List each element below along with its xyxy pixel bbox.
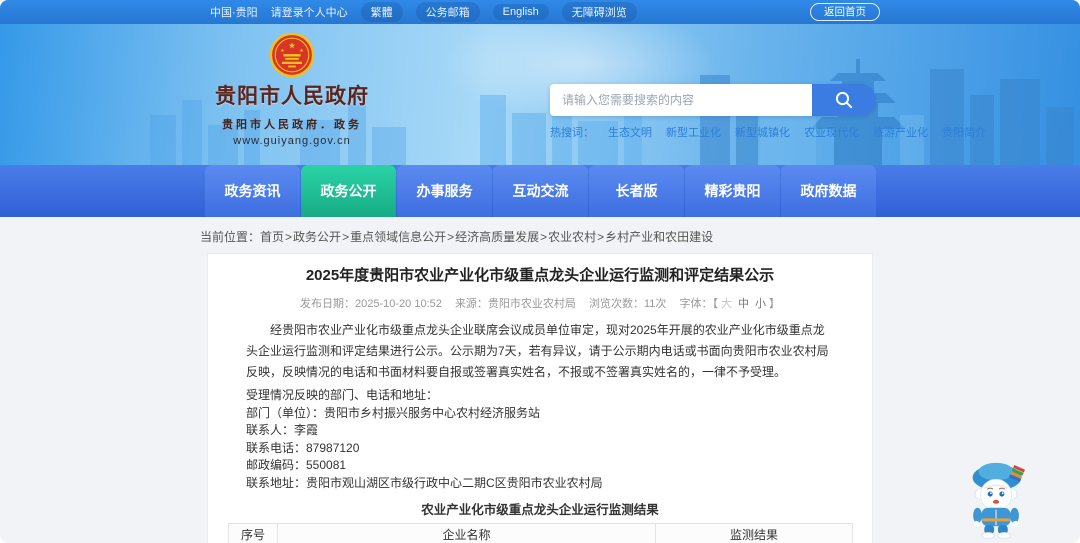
nav-tab-精彩贵阳[interactable]: 精彩贵阳 xyxy=(685,165,780,217)
site-banner: ★ ★ ★ 贵阳市人民政府 贵阳市人民政府．政务 www.guiyang.gov… xyxy=(0,24,1080,165)
search-icon xyxy=(835,91,853,109)
table-header-row: 序号 企业名称 监测结果 xyxy=(228,523,853,543)
contact-line: 受理情况反映的部门、电话和地址： xyxy=(246,388,439,402)
svg-text:★: ★ xyxy=(288,40,296,50)
hot-search-word[interactable]: 新型工业化 xyxy=(666,124,721,140)
search-input[interactable] xyxy=(550,84,812,116)
mascot-assistant[interactable] xyxy=(958,453,1036,539)
article-title: 2025年度贵阳市农业产业化市级重点龙头企业运行监测和评定结果公示 xyxy=(305,267,775,284)
hot-search-word[interactable]: 生态文明 xyxy=(608,124,652,140)
article-body: 经贵阳市农业产业化市级重点龙头企业联席会议成员单位审定，现对2025年开展的农业… xyxy=(228,320,852,492)
table-header-cell: 序号 xyxy=(228,523,278,543)
breadcrumb-separator: > xyxy=(447,230,455,244)
contact-info-lines: 受理情况反映的部门、电话和地址： 部门（单位）：贵阳市乡村振兴服务中心农村经济服务… xyxy=(246,387,834,492)
breadcrumb-segment[interactable]: 乡村产业和农田建设 xyxy=(605,230,713,244)
breadcrumb-segment[interactable]: 重点领域信息公开 xyxy=(350,230,446,244)
search-button[interactable] xyxy=(812,84,876,116)
hot-search-label: 热搜词： xyxy=(550,127,594,139)
topbar-link[interactable]: 中国·贵阳 xyxy=(210,4,258,20)
monitoring-result-table: 序号企业名称监测结果 1贵州合力超市采购有限公司合格2贵州友禾种业有限公司合格3… xyxy=(228,523,853,543)
content-area: 当前位置：首页>政务公开>重点领域信息公开>经济高质量发展>农业农村>乡村产业和… xyxy=(0,217,1080,543)
main-navigation: 政务资讯 政务公开 办事服务 互动交流 长者版 精彩贵阳 政府数据 xyxy=(0,165,1080,217)
svg-text:★: ★ xyxy=(280,48,284,54)
font-size-controls: 字体：【大中小】 xyxy=(679,298,780,310)
breadcrumb-separator: > xyxy=(342,230,350,244)
breadcrumb-separator: > xyxy=(285,230,293,244)
contact-line: 联系电话：87987120 xyxy=(246,440,360,455)
font-size-options: 大中小 xyxy=(718,298,769,310)
nav-tab-互动交流[interactable]: 互动交流 xyxy=(493,165,588,217)
topbar-link[interactable]: 请登录个人中心 xyxy=(271,4,348,20)
site-subtitle: 贵阳市人民政府．政务 xyxy=(222,119,362,131)
nav-tab-长者版[interactable]: 长者版 xyxy=(589,165,684,217)
view-count: 浏览次数：11次 xyxy=(589,298,667,310)
national-emblem-icon: ★ ★ ★ xyxy=(269,32,315,78)
breadcrumb-segment[interactable]: 政务公开 xyxy=(293,230,341,244)
hot-search-word[interactable]: 农业现代化 xyxy=(804,124,859,140)
font-size-label-end: 】 xyxy=(768,298,780,310)
breadcrumb: 当前位置：首页>政务公开>重点领域信息公开>经济高质量发展>农业农村>乡村产业和… xyxy=(200,228,1080,246)
publish-date: 发布日期：2025-10-20 10:52 xyxy=(300,298,442,310)
top-utility-bar: 中国·贵阳 请登录个人中心 繁體 公务邮箱 English 无障碍浏览 返回首页 xyxy=(0,0,1080,24)
nav-tab-政府数据[interactable]: 政府数据 xyxy=(781,165,876,217)
article-meta: 发布日期：2025-10-20 10:52 来源：贵阳市农业农村局 浏览次数：1… xyxy=(228,295,852,311)
breadcrumb-separator: > xyxy=(540,230,548,244)
topbar-link[interactable]: 繁體 xyxy=(360,2,403,22)
topbar-links: 中国·贵阳 请登录个人中心 繁體 公务邮箱 English 无障碍浏览 xyxy=(210,0,637,24)
contact-line: 部门（单位）：贵阳市乡村振兴服务中心农村经济服务站 xyxy=(246,405,541,420)
breadcrumb-segment[interactable]: 经济高质量发展 xyxy=(455,230,539,244)
back-to-home-button[interactable]: 返回首页 xyxy=(810,3,880,21)
hot-search-word[interactable]: 旅游产业化 xyxy=(873,124,928,140)
site-title: 贵阳市人民政府 xyxy=(215,85,369,108)
contact-line: 联系地址：贵阳市观山湖区市级行政中心二期C区贵阳市农业农村局 xyxy=(246,475,603,490)
font-size-option[interactable]: 小 xyxy=(755,298,766,310)
hot-search-word[interactable]: 新型城镇化 xyxy=(735,124,790,140)
hot-search-word[interactable]: 贵阳简介 xyxy=(942,124,986,140)
contact-line: 联系人：李霞 xyxy=(246,423,319,437)
city-skyline-illustration xyxy=(150,59,1074,165)
nav-tab-政务公开[interactable]: 政务公开 xyxy=(301,165,396,217)
contact-line: 邮政编码：550081 xyxy=(246,458,347,472)
site-logo-block[interactable]: ★ ★ ★ 贵阳市人民政府 贵阳市人民政府．政务 www.guiyang.gov… xyxy=(212,32,372,147)
search-block: 热搜词： 生态文明新型工业化新型城镇化农业现代化旅游产业化贵阳简介 xyxy=(550,84,986,140)
font-size-label: 字体：【 xyxy=(679,298,718,310)
breadcrumb-path: 首页>政务公开>重点领域信息公开>经济高质量发展>农业农村>乡村产业和农田建设 xyxy=(260,230,713,244)
nav-tab-政务资讯[interactable]: 政务资讯 xyxy=(205,165,300,217)
font-size-option[interactable]: 中 xyxy=(738,298,749,310)
search-bar xyxy=(550,84,876,116)
site-url: www.guiyang.gov.cn xyxy=(233,135,351,147)
svg-text:★: ★ xyxy=(299,48,303,54)
font-size-option[interactable]: 大 xyxy=(721,298,732,310)
announcement-paragraph: 经贵阳市农业产业化市级重点龙头企业联席会议成员单位审定，现对2025年开展的农业… xyxy=(246,323,829,379)
topbar-link[interactable]: 公务邮箱 xyxy=(415,2,480,22)
table-header-cell: 监测结果 xyxy=(655,523,853,543)
breadcrumb-separator: > xyxy=(597,230,605,244)
article-source: 来源：贵阳市农业农村局 xyxy=(454,298,576,310)
topbar-link[interactable]: 无障碍浏览 xyxy=(561,2,637,22)
page: 中国·贵阳请登录个人中心繁體公务邮箱 English 无障碍浏览 返回首页 xyxy=(0,0,1080,543)
article-card: 2025年度贵阳市农业产业化市级重点龙头企业运行监测和评定结果公示 发布日期：2… xyxy=(207,253,873,543)
topbar-link[interactable]: English xyxy=(492,4,549,20)
breadcrumb-segment[interactable]: 首页 xyxy=(260,230,284,244)
breadcrumb-segment[interactable]: 农业农村 xyxy=(548,230,596,244)
hot-search-words: 热搜词： 生态文明 新型工业化 新型城镇化 农业现代化 旅游产业化 贵阳简介 xyxy=(550,124,986,140)
nav-tab-办事服务[interactable]: 办事服务 xyxy=(397,165,492,217)
main-navigation-tabs: 政务资讯 政务公开 办事服务 互动交流 长者版 精彩贵阳 政府数据 xyxy=(205,165,877,217)
table-header-cell: 企业名称 xyxy=(277,523,656,543)
table-caption: 农业产业化市级重点龙头企业运行监测结果 xyxy=(421,503,659,517)
breadcrumb-label: 当前位置： xyxy=(200,230,261,244)
